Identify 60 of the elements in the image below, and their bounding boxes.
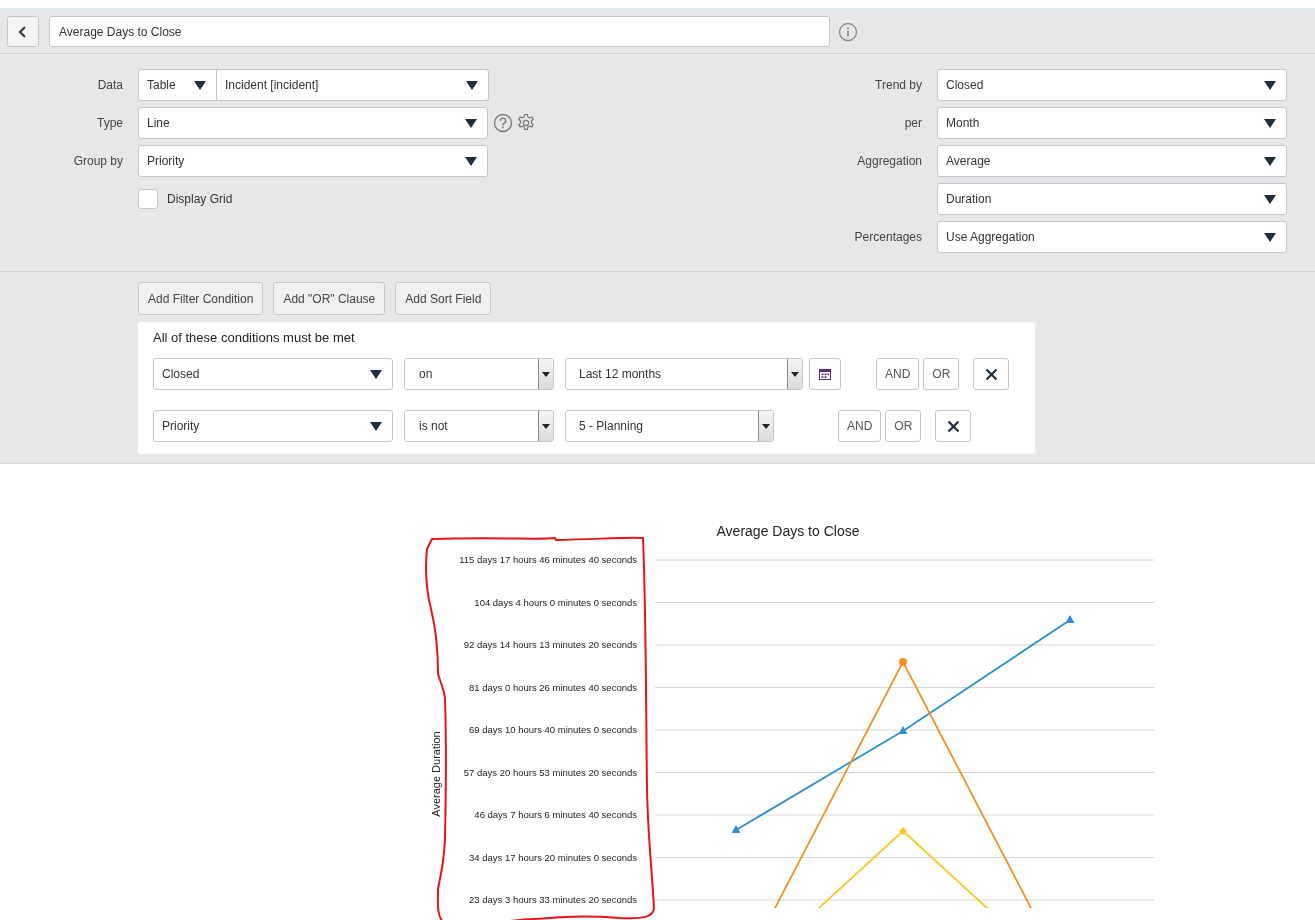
title-field[interactable]: Average Days to Close	[49, 16, 830, 47]
conditions-heading: All of these conditions must be met	[153, 330, 356, 345]
data-point	[899, 658, 907, 666]
dropdown[interactable]: Duration	[937, 183, 1287, 215]
close-icon	[984, 367, 998, 381]
operator-select[interactable]: is not	[404, 410, 554, 442]
settings-icon[interactable]	[516, 113, 536, 133]
table-name-select[interactable]: Incident [incident]	[217, 69, 489, 101]
field-label: per	[903, 116, 923, 130]
data-point	[899, 827, 907, 835]
data-point	[1065, 615, 1075, 623]
dropdown[interactable]: Line	[138, 107, 488, 139]
back-button[interactable]	[7, 16, 39, 47]
y-tick-label: 46 days 7 hours 6 minutes 40 seconds	[474, 809, 637, 820]
dropdown[interactable]: Closed	[937, 69, 1287, 101]
and-button[interactable]: AND	[876, 358, 920, 390]
display-grid-checkbox[interactable]	[138, 189, 158, 209]
back-icon	[17, 24, 29, 39]
close-icon	[946, 419, 960, 433]
remove-button[interactable]	[973, 358, 1010, 390]
dropdown[interactable]: Use Aggregation	[937, 221, 1287, 253]
dropdown[interactable]: Priority	[138, 145, 488, 177]
y-tick-label: 57 days 20 hours 53 minutes 20 seconds	[463, 766, 637, 778]
y-tick-label: 23 days 3 hours 33 minutes 20 seconds	[469, 894, 637, 905]
value-select[interactable]: Last 12 months	[565, 358, 803, 390]
value-select[interactable]: 5 - Planning	[565, 410, 774, 442]
data-point	[731, 825, 741, 833]
help-icon[interactable]	[493, 113, 513, 133]
calendar-icon	[819, 368, 831, 380]
data-point	[898, 726, 908, 734]
table-select[interactable]: Table	[138, 69, 217, 101]
and-button[interactable]: AND	[838, 410, 882, 442]
filter-button[interactable]: Add Sort Field	[395, 282, 492, 315]
checkbox-label: Display Grid	[167, 192, 233, 206]
field-label: Data	[96, 78, 124, 92]
y-tick-label: 104 days 4 hours 0 minutes 0 seconds	[474, 596, 637, 608]
dropdown[interactable]: Month	[937, 107, 1287, 139]
field-label: Trend by	[874, 78, 923, 92]
y-axis-title: Average Duration	[430, 731, 442, 817]
filter-button[interactable]: Add Filter Condition	[138, 282, 264, 315]
filter-button[interactable]: Add "OR" Clause	[273, 282, 386, 315]
or-button[interactable]: OR	[885, 410, 922, 442]
chart-title: Average Days to Close	[716, 523, 860, 539]
field-label: Type	[96, 116, 124, 130]
calendar-button[interactable]	[809, 358, 841, 390]
field-label: Percentages	[853, 230, 923, 244]
remove-button[interactable]	[935, 410, 972, 442]
y-tick-label: 81 days 0 hours 26 minutes 40 seconds	[469, 681, 637, 693]
operator-select[interactable]: on	[404, 358, 554, 390]
y-tick-label: 34 days 17 hours 20 minutes 0 seconds	[469, 851, 637, 863]
y-tick-label: 115 days 17 hours 46 minutes 40 seconds	[459, 554, 637, 565]
field-label: Aggregation	[856, 154, 923, 168]
dropdown[interactable]: Average	[937, 145, 1287, 177]
field-label: Group by	[72, 154, 124, 168]
or-button[interactable]: OR	[923, 358, 960, 390]
y-tick-label: 92 days 14 hours 13 minutes 20 seconds	[463, 639, 637, 650]
field-select[interactable]: Closed	[153, 358, 393, 390]
y-tick-label: 69 days 10 hours 40 minutes 0 seconds	[469, 724, 637, 735]
info-icon[interactable]	[838, 21, 858, 42]
field-select[interactable]: Priority	[153, 410, 393, 442]
